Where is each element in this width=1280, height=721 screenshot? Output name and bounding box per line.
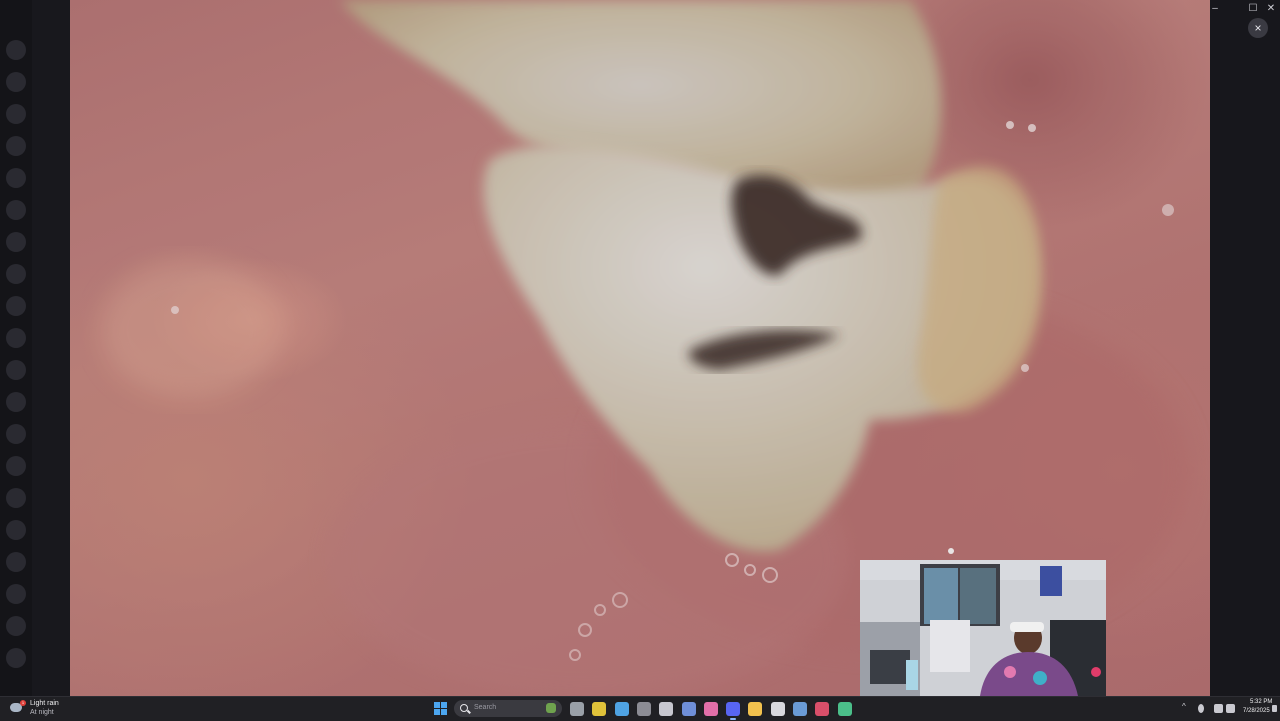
webcam-overlay[interactable] [860,560,1106,696]
network-icon[interactable] [1214,704,1223,713]
weather-badge: 1 [20,700,26,706]
steam-icon[interactable] [793,702,807,716]
photos-icon[interactable] [704,702,718,716]
chrome-icon[interactable] [592,702,606,716]
clock-date[interactable]: 7/28/2025 [1243,708,1270,714]
close-window-button[interactable]: ✕ [1262,2,1280,16]
search-icon [460,704,468,712]
maps-icon[interactable] [815,702,829,716]
clock-time[interactable]: 5:32 PM [1250,699,1272,705]
weather-condition: Light rain [30,700,59,707]
volume-icon[interactable] [1226,704,1235,713]
start-button[interactable] [434,702,448,716]
close-viewer-button[interactable]: × [1248,18,1268,38]
discord-icon[interactable] [726,702,740,716]
webcam-feed [860,560,1106,696]
search-placeholder: Search [474,704,497,711]
notification-icon[interactable] [1272,705,1277,712]
background-server-list [0,0,32,696]
chrome-beta-icon[interactable] [615,702,629,716]
search-input[interactable]: Search [454,700,562,717]
github-icon[interactable] [771,702,785,716]
notepad-icon[interactable] [682,702,696,716]
background-channel-list [32,0,96,696]
task-view-icon[interactable] [570,702,584,716]
terminal-icon[interactable] [838,702,852,716]
taskbar: 1 Light rain At night Search ^ 5:32 PM 7… [0,696,1280,721]
media-icon[interactable] [637,702,651,716]
maximize-button[interactable]: ☐ [1244,2,1262,16]
search-highlight-icon [546,703,556,713]
file-explorer-icon[interactable] [748,702,762,716]
show-hidden-icons-button[interactable]: ^ [1182,702,1186,711]
microphone-icon[interactable] [1198,704,1204,713]
weather-detail: At night [30,709,54,716]
webcam-handle[interactable] [948,548,954,554]
calendar-icon[interactable] [659,702,673,716]
